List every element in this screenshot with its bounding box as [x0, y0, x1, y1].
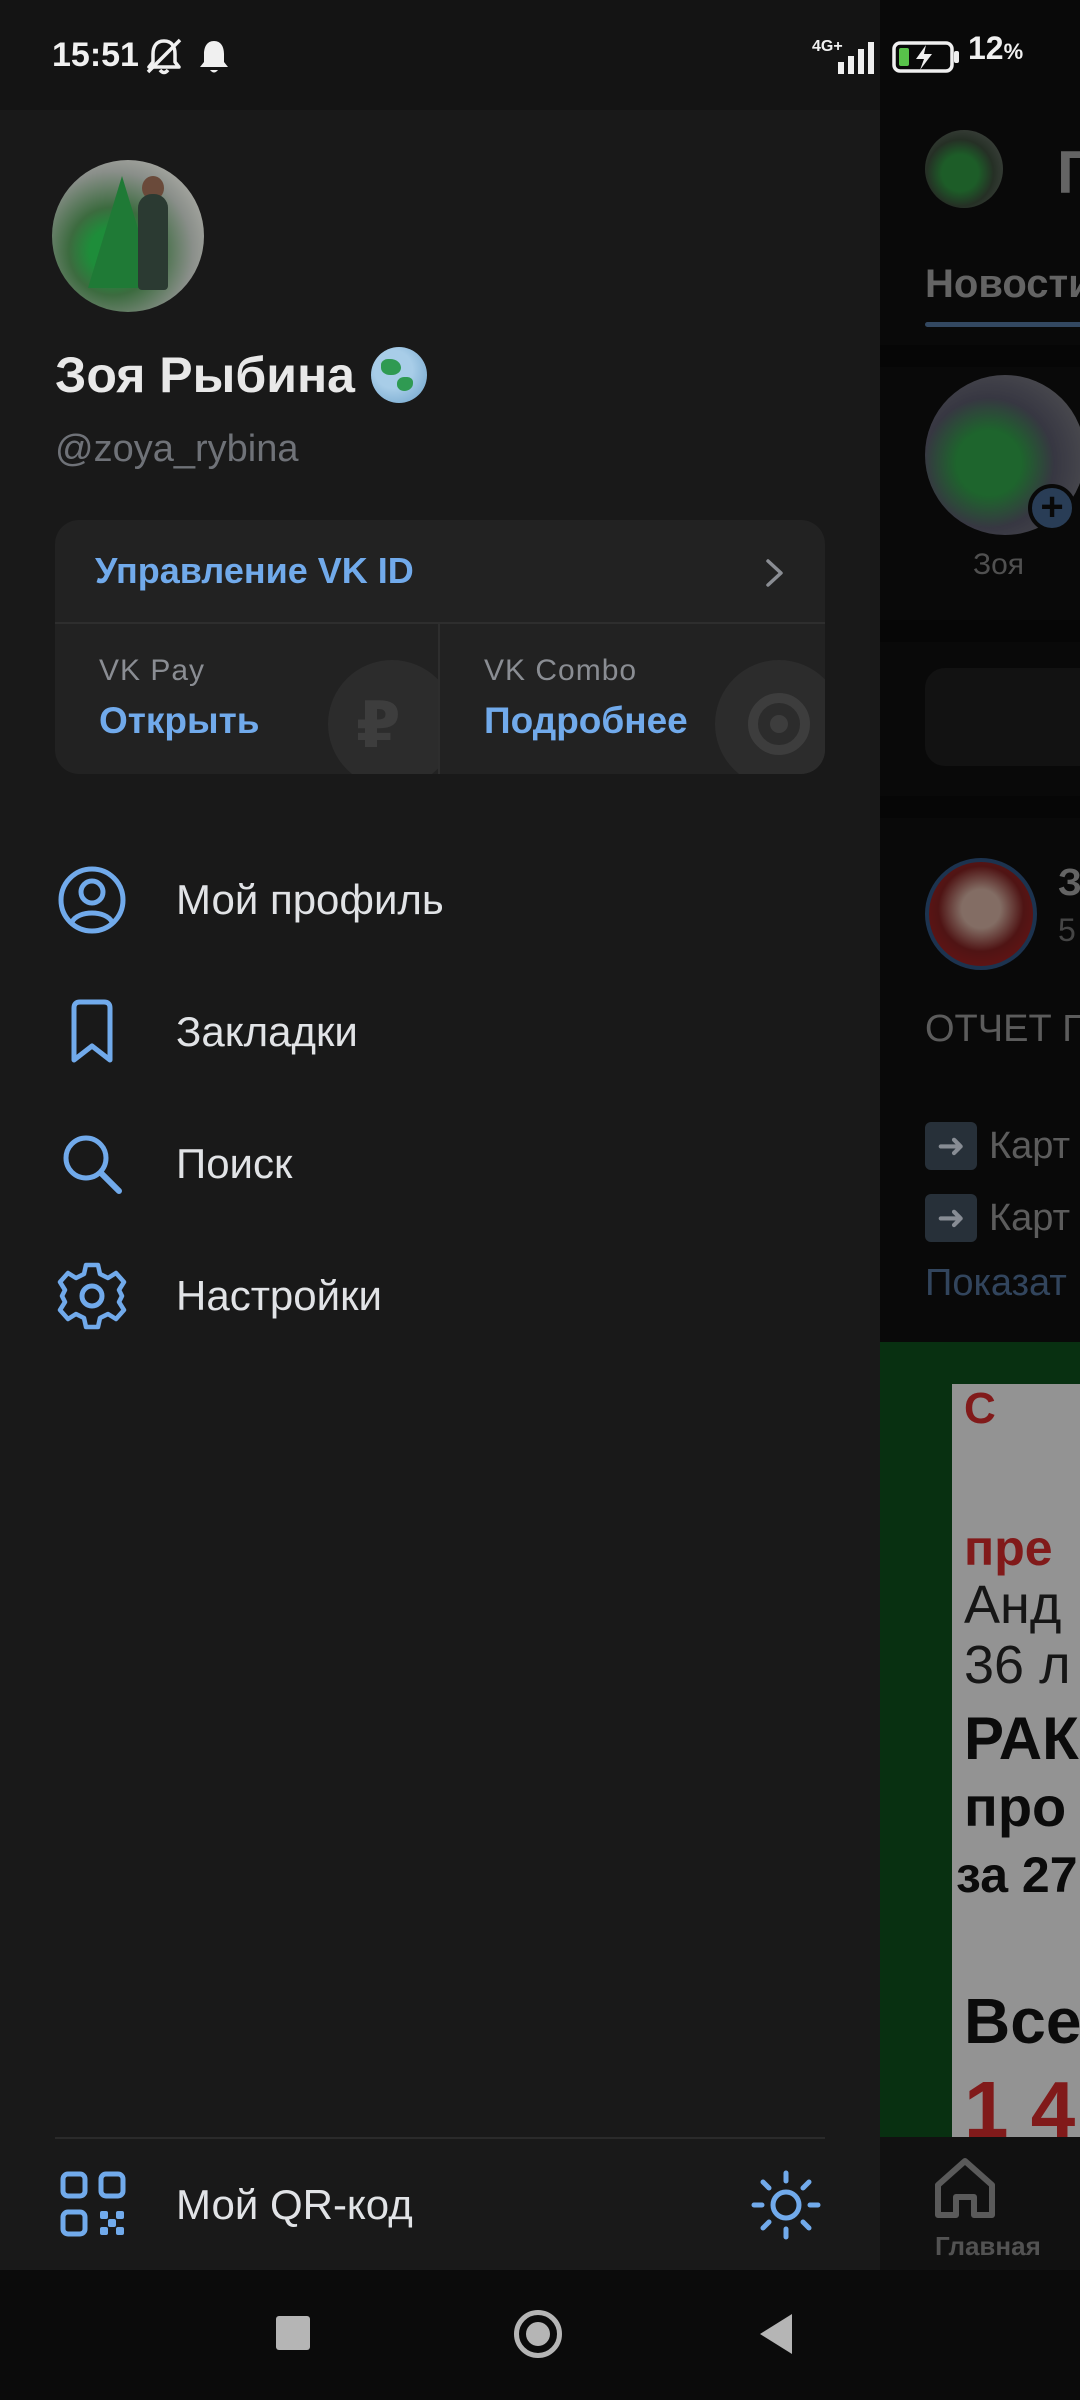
status-time: 15:51	[52, 36, 139, 74]
poster: С пре Анд 36 л РАК про за 27 Все 1 4	[952, 1384, 1080, 2144]
profile-handle: @zoya_rybina	[55, 428, 299, 470]
home-button[interactable]	[514, 2310, 562, 2358]
profile-avatar[interactable]	[52, 160, 204, 312]
poster-text: РАК	[964, 1705, 1079, 1772]
search-icon	[63, 1135, 122, 1194]
feed-divider	[880, 796, 1080, 818]
right-arrow-emoji-icon: ➜	[925, 1194, 977, 1242]
vk-combo-button[interactable]: VK Combo Подробнее	[440, 624, 825, 774]
battery-charging-icon	[892, 41, 959, 73]
post-meta: 5	[1058, 912, 1076, 948]
my-qr-code-button[interactable]: Мой QR-код	[0, 2139, 880, 2270]
recents-button[interactable]	[276, 2316, 310, 2350]
profile-name-row[interactable]: Зоя Рыбина	[55, 346, 427, 404]
bottom-tab-bar: Главная	[880, 2137, 1080, 2270]
menu-item-label: Мой профиль	[176, 876, 444, 923]
post-list-item-text: Карт	[989, 1196, 1070, 1239]
combo-icon	[715, 660, 825, 774]
home-icon[interactable]	[930, 2155, 1000, 2221]
vk-pay-action: Открыть	[99, 700, 260, 741]
menu-item-search[interactable]: Поиск	[0, 1099, 880, 1229]
poster-text: Все	[964, 1985, 1080, 2057]
user-circle-icon	[58, 866, 126, 934]
menu-item-bookmarks[interactable]: Закладки	[0, 967, 880, 1097]
post-list-item-text: Карт	[989, 1124, 1070, 1167]
menu-item-my-profile[interactable]: Мой профиль	[0, 835, 880, 965]
right-arrow-emoji-icon: ➜	[925, 1122, 977, 1170]
poster-text: за 27	[956, 1847, 1078, 1903]
menu-item-label: Настройки	[176, 1272, 382, 1319]
show-more-link[interactable]: Показат	[925, 1262, 1067, 1305]
feed-divider	[880, 345, 1080, 367]
feed-divider	[880, 620, 1080, 642]
post-author-avatar[interactable]	[925, 858, 1037, 970]
poster-text: 1 4	[964, 2065, 1076, 2144]
post-list-item: ➜ Карт	[925, 1122, 1070, 1170]
status-bar: 15:51 4G+	[0, 0, 880, 110]
news-feed-background: Г Новости + Зоя З 5 ОТЧЕТ П ➜ Карт ➜ Кар…	[880, 0, 1080, 2400]
globe-emoji-icon	[370, 347, 427, 403]
poster-text: пре	[964, 1520, 1053, 1576]
manage-vk-id-label: Управление VK ID	[95, 550, 414, 591]
battery-level: 12%	[968, 30, 1024, 66]
story-name: Зоя	[973, 548, 1025, 581]
menu-item-label: Поиск	[176, 1140, 293, 1187]
new-post-input[interactable]	[925, 668, 1080, 766]
poster-text: 36 л	[964, 1635, 1071, 1695]
post-list-item: ➜ Карт	[925, 1194, 1070, 1242]
post-image[interactable]: С пре Анд 36 л РАК про за 27 Все 1 4	[880, 1342, 1080, 2144]
menu-item-label: Закладки	[176, 1008, 358, 1055]
active-tab-indicator	[925, 322, 1080, 327]
manage-vk-id-button[interactable]: Управление VK ID	[55, 520, 825, 624]
post-author-name[interactable]: З	[1058, 862, 1080, 905]
vk-pay-caption: VK Pay	[99, 654, 206, 687]
profile-name[interactable]: Зоя Рыбина	[55, 346, 355, 404]
poster-text: про	[964, 1775, 1067, 1838]
post-text: ОТЧЕТ П	[925, 1008, 1080, 1050]
qr-code-icon	[60, 2171, 126, 2237]
back-button[interactable]	[760, 2314, 792, 2354]
poster-text: Анд	[964, 1575, 1062, 1635]
signal-icon	[838, 42, 874, 74]
sun-icon[interactable]	[750, 2169, 822, 2241]
gear-icon	[57, 1262, 127, 1330]
navigation-drawer: Зоя Рыбина @zoya_rybina Управление VK ID…	[0, 110, 880, 2270]
chevron-right-icon	[766, 559, 783, 587]
vk-combo-action: Подробнее	[484, 700, 688, 741]
vk-id-card: Управление VK ID VK Pay Открыть ₽ VK Com…	[55, 520, 825, 774]
my-qr-code-label: Мой QR-код	[176, 2181, 413, 2228]
vk-pay-button[interactable]: VK Pay Открыть ₽	[55, 624, 440, 774]
tab-home-label[interactable]: Главная	[935, 2231, 1041, 2262]
bell-icon	[200, 41, 228, 73]
bell-muted-icon	[146, 38, 182, 75]
tab-news[interactable]: Новости	[925, 262, 1080, 307]
add-story-icon[interactable]: +	[1028, 484, 1076, 532]
ruble-icon: ₽	[328, 660, 438, 774]
feed-header-title: Г	[1057, 139, 1080, 206]
poster-text: С	[964, 1384, 996, 1433]
system-navigation-bar	[0, 2270, 1080, 2400]
feed-header-avatar[interactable]	[925, 130, 1003, 208]
menu-item-settings[interactable]: Настройки	[0, 1231, 880, 1361]
vk-combo-caption: VK Combo	[484, 654, 638, 687]
bookmark-icon	[71, 999, 113, 1063]
